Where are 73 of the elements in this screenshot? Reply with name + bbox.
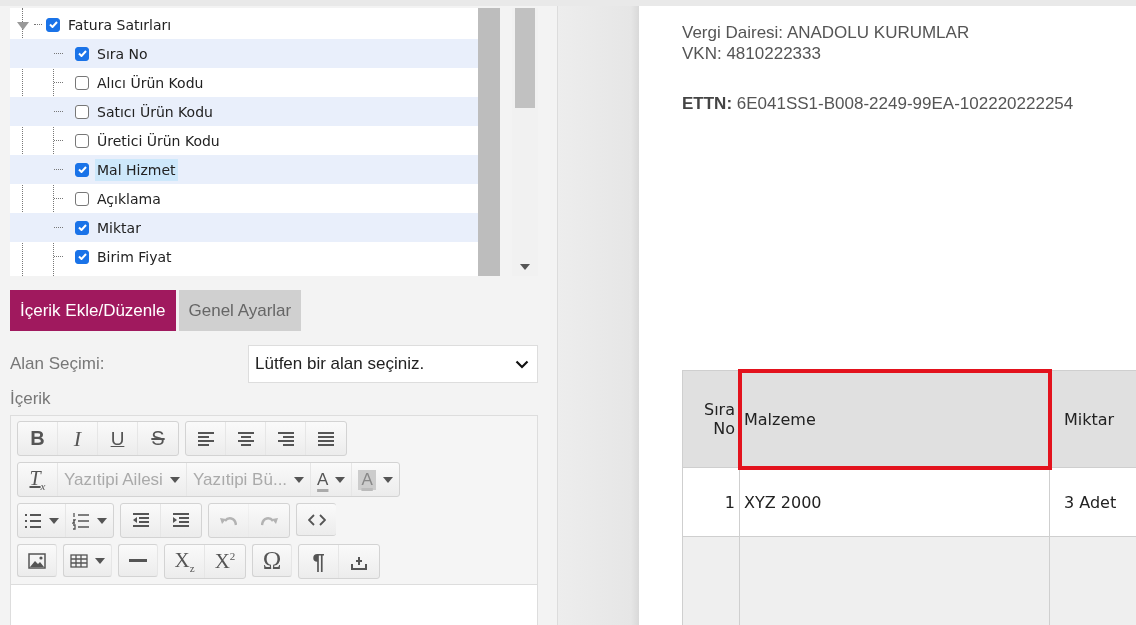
check-icon (48, 21, 58, 28)
toolbar-button[interactable]: A (311, 463, 353, 496)
checkbox[interactable] (75, 162, 89, 177)
tab[interactable]: Genel Ayarlar (178, 290, 302, 331)
scroll-down-icon[interactable] (520, 264, 530, 270)
checkbox[interactable] (75, 191, 89, 206)
caret-down-icon (49, 517, 59, 524)
toolbar-button[interactable]: S (138, 422, 178, 455)
toolbar-button[interactable]: Ω (252, 544, 292, 577)
table-cell: XYZ 2000 (739, 467, 1050, 537)
field-select[interactable]: Lütfen bir alan seçiniz. (248, 345, 538, 383)
toolbar-button[interactable]: ¶ (299, 545, 339, 578)
toolbar-button[interactable] (296, 503, 336, 536)
align-center-icon (236, 429, 255, 448)
indent-icon (172, 511, 190, 530)
caret-down-icon (169, 476, 180, 483)
tree-item-label[interactable]: Üretici Ürün Kodu (95, 129, 222, 152)
toolbar-button[interactable]: X$_{z}$ (165, 545, 205, 578)
checkbox[interactable] (75, 46, 89, 61)
tree-item-label[interactable]: Mal Hizmet (95, 158, 178, 181)
field-label: İçerik (10, 389, 52, 409)
column-header: Malzeme (739, 370, 1050, 468)
toolbar-button[interactable] (63, 544, 112, 577)
tree-item-label[interactable]: Birim Fiyat (95, 245, 174, 268)
toolbar-button[interactable]: I (58, 422, 98, 455)
caret-down-icon (97, 517, 107, 524)
image-icon (28, 551, 46, 570)
toolbar-button[interactable] (118, 544, 158, 577)
checkbox[interactable] (75, 75, 89, 90)
field-label: Alan Seçimi: (10, 354, 105, 374)
align-right-icon (276, 429, 295, 448)
document-text: VKN: 4810222333 (682, 43, 822, 64)
justify-icon (317, 429, 335, 448)
caret-down-icon (95, 557, 105, 564)
tree-item-label[interactable]: Fatura Satırları (66, 13, 174, 36)
table-cell: 1 (682, 467, 740, 537)
document-text: Vergi Dairesi: ANADOLU KURUMLAR (682, 22, 971, 43)
outdent-icon (131, 511, 150, 530)
align-left-icon (196, 429, 215, 448)
checkbox[interactable] (75, 220, 89, 235)
tree-item-label[interactable]: Açıklama (95, 187, 163, 210)
horizontal-line-icon (129, 559, 147, 562)
toolbar-button[interactable]: T$_{x}$ (18, 463, 58, 496)
table-icon (70, 551, 88, 570)
checkbox[interactable] (46, 17, 60, 32)
tab[interactable]: İçerik Ekle/Düzenle (10, 290, 176, 331)
tree-item-label[interactable]: Sıra No (95, 42, 150, 65)
scrollbar-thumb[interactable] (515, 8, 535, 108)
column-header: Miktar (1049, 370, 1136, 468)
numbered-list-icon (72, 511, 90, 530)
redo-icon (260, 515, 278, 526)
toolbar-button[interactable] (17, 544, 57, 577)
checkbox[interactable] (75, 249, 89, 264)
toolbar-button[interactable]: B (18, 422, 58, 455)
table-cell: 3 Adet (1049, 467, 1136, 537)
toolbar-button[interactable]: U (98, 422, 138, 455)
undo-icon (220, 515, 237, 526)
tree-item-label[interactable]: Miktar (95, 216, 143, 239)
check-icon (77, 253, 87, 260)
bullet-list-icon (24, 511, 42, 530)
column-header: Sıra No (682, 370, 740, 468)
caret-down-icon (382, 476, 393, 483)
checkbox[interactable] (75, 104, 89, 119)
check-icon (77, 224, 87, 231)
chevron-down-icon (515, 359, 529, 369)
caret-down-icon (294, 476, 305, 483)
check-icon (77, 50, 87, 57)
toolbar-button[interactable]: X$^{2}$ (205, 545, 245, 578)
checkbox[interactable] (75, 133, 89, 148)
ettn-text: ETTN: 6E041SS1-B008-2249-99EA-102220222254 (682, 94, 1075, 114)
check-icon (77, 166, 87, 173)
tree-item-label[interactable]: Alıcı Ürün Kodu (95, 71, 206, 94)
caret-down-icon (335, 476, 346, 483)
